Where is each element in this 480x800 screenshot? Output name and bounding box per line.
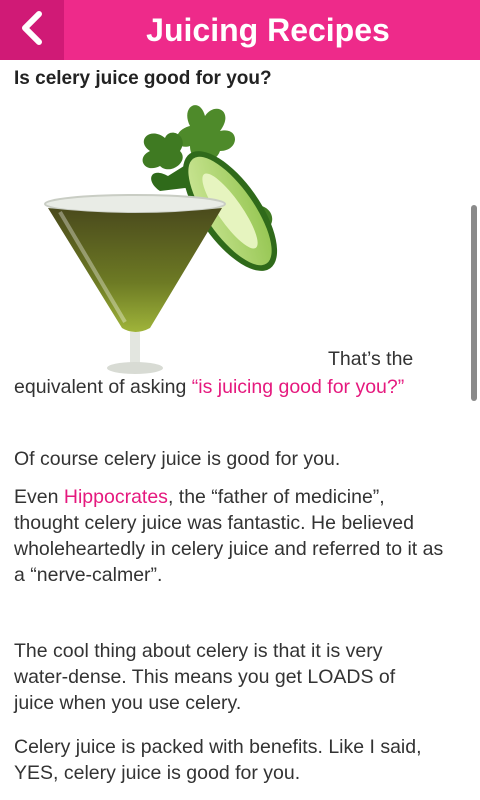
- paragraph-5: Celery juice is packed with benefits. Li…: [14, 736, 422, 784]
- paragraph-2: Of course celery juice is good for you.: [14, 448, 341, 470]
- article-content[interactable]: Is celery juice good for you? That’s the…: [0, 60, 480, 800]
- app-title: Juicing Recipes: [146, 11, 390, 48]
- paragraph-4: The cool thing about celery is that it i…: [14, 640, 396, 714]
- paragraph-1-lead: That’s the: [328, 348, 414, 370]
- article-image: [40, 96, 310, 376]
- article-title: Is celery juice good for you?: [14, 68, 272, 89]
- scrollbar[interactable]: [471, 205, 477, 401]
- chevron-left-icon: [19, 10, 45, 50]
- paragraph-1: That’s the equivalent of asking “is juic…: [14, 346, 462, 400]
- paragraph-1-text: equivalent of asking: [14, 376, 192, 398]
- top-app-bar: Juicing Recipes: [0, 0, 480, 60]
- app-window: Juicing Recipes Is celery juice good for…: [0, 0, 480, 800]
- back-button[interactable]: [0, 0, 64, 60]
- juicing-good-link[interactable]: “is juicing good for you?”: [192, 376, 404, 398]
- paragraph-3-pre: Even: [14, 486, 64, 508]
- paragraph-3: Even Hippocrates, the “father of medicin…: [14, 484, 454, 588]
- hippocrates-link[interactable]: Hippocrates: [64, 486, 168, 508]
